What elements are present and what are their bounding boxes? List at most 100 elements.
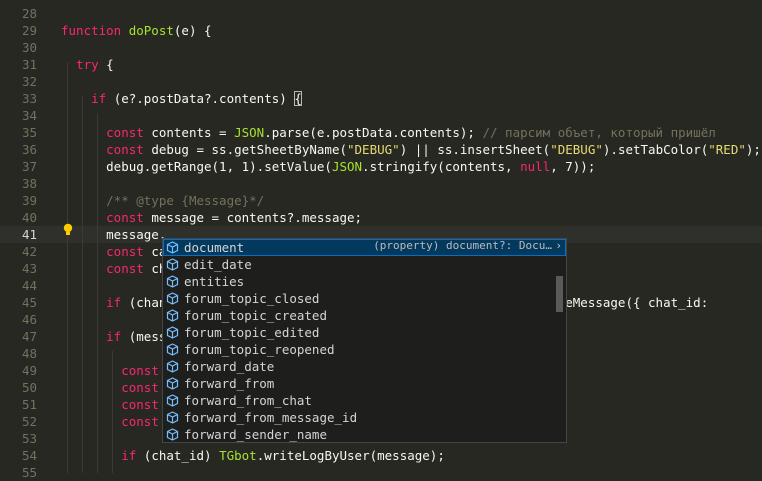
code-line[interactable]: 33 if (e?.postData?.contents) { xyxy=(0,90,762,107)
code-token: debug = ss.getSheetByName( xyxy=(143,142,347,157)
code-token: message = contents?.message; xyxy=(143,210,363,225)
code-line[interactable]: 35 const contents = JSON.parse(e.postDat… xyxy=(0,124,762,141)
code-text: function doPost(e) { xyxy=(61,22,212,39)
suggest-item-label: forum_topic_edited xyxy=(184,325,320,340)
suggest-item-label: forward_sender_name xyxy=(184,427,327,442)
line-number: 38 xyxy=(21,176,37,191)
code-text: message. xyxy=(61,226,166,243)
lightbulb-icon[interactable] xyxy=(62,223,74,237)
code-line[interactable]: 36 const debug = ss.getSheetByName("DEBU… xyxy=(0,141,762,158)
line-number: 39 xyxy=(21,193,37,208)
code-token: { xyxy=(294,91,302,106)
code-line[interactable]: 32 xyxy=(0,73,762,90)
line-number: 43 xyxy=(21,261,37,276)
code-text: const ca xyxy=(61,243,166,260)
code-token: const xyxy=(106,261,144,276)
line-number: 29 xyxy=(21,23,37,38)
code-text: const message = contents?.message; xyxy=(61,209,362,226)
indent-guide xyxy=(97,113,98,473)
indent-guide xyxy=(82,96,83,473)
suggest-item[interactable]: forum_topic_edited xyxy=(163,324,566,341)
code-token: (chat_id) xyxy=(136,448,220,463)
line-number: 48 xyxy=(21,346,37,361)
property-icon xyxy=(166,411,179,424)
suggest-item[interactable]: forum_topic_closed xyxy=(163,290,566,307)
property-icon xyxy=(166,326,179,339)
code-token: doPost xyxy=(128,23,174,38)
code-token: if xyxy=(91,91,107,106)
code-line[interactable]: 38 xyxy=(0,175,762,192)
suggest-item-label: entities xyxy=(184,274,245,289)
line-number: 36 xyxy=(21,142,37,157)
code-token: contents = xyxy=(143,125,235,140)
code-token: .writeLogByUser(message); xyxy=(256,448,445,463)
code-text: /** @type {Message}*/ xyxy=(61,192,264,209)
code-token: // парсим объет, который пришёл xyxy=(482,125,716,140)
line-number: 32 xyxy=(21,74,37,89)
code-token: (e) { xyxy=(173,23,212,38)
code-token: debug.getRange(1, 1).setValue( xyxy=(61,159,332,174)
code-token: , 7)); xyxy=(550,159,596,174)
indent-guide xyxy=(67,62,68,473)
code-text: const xyxy=(61,379,159,396)
code-token: ).setTabColor( xyxy=(602,142,709,157)
line-number: 44 xyxy=(21,278,37,293)
suggest-scrollbar[interactable] xyxy=(556,276,563,312)
suggest-item[interactable]: edit_date xyxy=(163,256,566,273)
code-token: "DEBUG" xyxy=(347,142,400,157)
line-number: 33 xyxy=(21,91,37,106)
code-token: "RED" xyxy=(708,142,746,157)
code-text: try { xyxy=(61,56,114,73)
line-number: 54 xyxy=(21,448,37,463)
suggest-item[interactable]: forward_from_chat xyxy=(163,392,566,409)
chevron-right-icon[interactable]: › xyxy=(555,239,562,252)
code-line[interactable]: 34 xyxy=(0,107,762,124)
property-icon xyxy=(166,241,179,254)
suggest-item-label: forward_from_message_id xyxy=(184,410,358,425)
property-icon xyxy=(166,309,179,322)
code-line[interactable]: 30 xyxy=(0,39,762,56)
suggest-item[interactable]: forward_sender_name xyxy=(163,426,566,442)
line-number: 47 xyxy=(21,329,37,344)
line-number: 35 xyxy=(21,125,37,140)
code-token: const xyxy=(106,125,144,140)
code-line[interactable]: 39 /** @type {Message}*/ xyxy=(0,192,762,209)
suggest-item[interactable]: forward_date xyxy=(163,358,566,375)
line-number: 30 xyxy=(21,40,37,55)
suggest-item[interactable]: forum_topic_reopened xyxy=(163,341,566,358)
code-token: if xyxy=(106,295,122,310)
code-token: const xyxy=(106,142,144,157)
suggest-item[interactable]: entities xyxy=(163,273,566,290)
code-token: ) || ss.insertSheet( xyxy=(399,142,551,157)
line-number: 42 xyxy=(21,244,37,259)
property-icon xyxy=(166,275,179,288)
code-line[interactable]: 29 function doPost(e) { xyxy=(0,22,762,39)
code-token: const xyxy=(121,380,159,395)
code-token: const xyxy=(121,414,159,429)
code-line[interactable]: 54 if (chat_id) TGbot.writeLogByUser(mes… xyxy=(0,447,762,464)
code-line[interactable]: 28 xyxy=(0,5,762,22)
suggest-detail: (property) document?: Docu… xyxy=(373,239,552,252)
suggest-item[interactable]: forward_from_message_id xyxy=(163,409,566,426)
line-number: 52 xyxy=(21,414,37,429)
line-number: 46 xyxy=(21,312,37,327)
code-token: function xyxy=(61,23,129,38)
code-token: "DEBUG" xyxy=(550,142,603,157)
code-token: { xyxy=(98,57,114,72)
code-line[interactable]: 40 const message = contents?.message; xyxy=(0,209,762,226)
suggest-list[interactable]: document edit_date entities forum_topic_clo… xyxy=(163,239,566,442)
code-token: if xyxy=(121,448,137,463)
code-token: (e?.postData?.contents) xyxy=(106,91,295,106)
code-line[interactable]: 37 debug.getRange(1, 1).setValue(JSON.st… xyxy=(0,158,762,175)
line-number: 51 xyxy=(21,397,37,412)
code-token: /** @type {Message}*/ xyxy=(106,193,265,208)
suggest-item-label: forum_topic_reopened xyxy=(184,342,335,357)
line-number: 41 xyxy=(21,227,37,242)
line-number: 45 xyxy=(21,295,37,310)
suggest-item[interactable]: forward_from xyxy=(163,375,566,392)
suggest-widget[interactable]: document edit_date entities forum_topic_clo… xyxy=(162,238,567,443)
code-line[interactable]: 31 try { xyxy=(0,56,762,73)
property-icon xyxy=(166,292,179,305)
suggest-item[interactable]: forum_topic_created xyxy=(163,307,566,324)
